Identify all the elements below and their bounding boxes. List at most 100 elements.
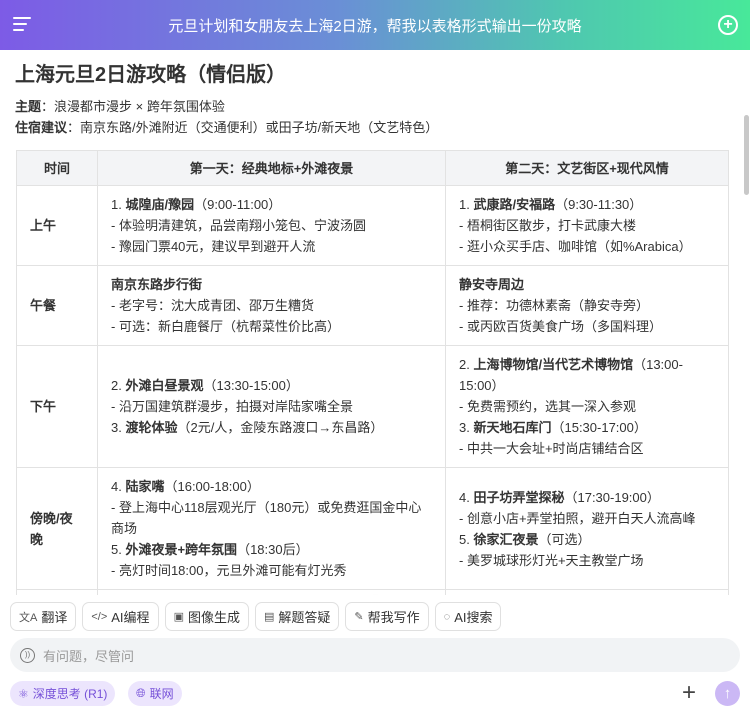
cell-text: - 逛小众买手店、咖啡馆（如%Arabica） bbox=[459, 239, 692, 254]
quick-tools: 文A 翻译 </> AI编程 ▣ 图像生成 ▤ 解题答疑 ✎ 帮我写作 ◌ AI搜索 bbox=[10, 602, 502, 631]
time-cell: 傍晚/夜晚 bbox=[16, 467, 98, 590]
tool-label: 解题答疑 bbox=[278, 610, 331, 625]
item-title: 上海博物馆/当代艺术博物馆 bbox=[473, 357, 634, 372]
table-row: 上午 1. 城隍庙/豫园（9:00-11:00） - 体验明清建筑，品尝南翔小笼包、… bbox=[16, 185, 729, 266]
tool-button[interactable]: ◌ AI搜索 bbox=[434, 602, 502, 631]
cell-heading: 静安寺周边 bbox=[459, 277, 525, 292]
web-search-label: 联网 bbox=[149, 687, 174, 701]
input-placeholder: 有问题，尽管问 bbox=[43, 648, 135, 664]
cell-heading: 南京东路步行街 bbox=[111, 277, 203, 292]
deep-think-toggle[interactable]: ⚛ 深度思考 (R1) bbox=[10, 681, 116, 706]
cell-text: - 梧桐街区散步，打卡武康大楼 bbox=[459, 218, 636, 233]
item-number: 2. bbox=[459, 357, 474, 372]
time-cell: 下午 bbox=[16, 345, 98, 468]
scrollbar[interactable] bbox=[744, 115, 749, 195]
cell-text: - 亮灯时间18:00，元旦外滩可能有灯光秀 bbox=[111, 563, 347, 578]
cell-line: - 或丙欧百货美食广场（多国料理） bbox=[459, 316, 715, 337]
cell-text: - 美罗城球形灯光+天主教堂广场 bbox=[459, 552, 644, 568]
item-time: （18:30后） bbox=[237, 542, 309, 557]
globe-icon: 🌐︎ bbox=[136, 686, 146, 700]
atom-icon: ⚛ bbox=[18, 686, 29, 701]
cell-line: - 登上海中心118层观光厅（180元）或免费逛国金中心商场 bbox=[111, 497, 432, 539]
trip-meta: 主题：浪漫都市漫步 × 跨年氛围体验 住宿建议：南京东路/外滩附近（交通便利）或… bbox=[15, 96, 438, 138]
cell-text: - 沿万国建筑群漫步，拍摄对岸陆家嘴全景 bbox=[111, 399, 353, 414]
cell-text: - 中共一大会址+时尚店铺结合区 bbox=[459, 441, 644, 456]
stay-label: 住宿建议 bbox=[15, 120, 68, 135]
top-bar: 元旦计划和女朋友去上海2日游，帮我以表格形式输出一份攻略 + bbox=[0, 0, 750, 50]
cell-line: 1. 武康路/安福路（9:30-11:30） bbox=[459, 194, 715, 215]
cell-line: 4. 陆家嘴（16:00-18:00） bbox=[111, 476, 432, 497]
tool-button[interactable]: ▣ 图像生成 bbox=[164, 602, 249, 631]
tool-label: 图像生成 bbox=[187, 610, 240, 625]
item-number: 3. bbox=[111, 420, 126, 435]
time-cell: 午餐 bbox=[16, 265, 98, 346]
cell-line: 2. 外滩白昼景观（13:30-15:00） bbox=[111, 375, 432, 396]
tool-label: AI搜索 bbox=[454, 610, 493, 625]
attach-plus-icon[interactable]: + bbox=[682, 680, 696, 706]
cell-line: 南京东路步行街 bbox=[111, 274, 432, 295]
tool-icon: 文A bbox=[19, 611, 38, 624]
table-row: 晚餐推荐：晚餐推荐： bbox=[16, 589, 729, 595]
day1-cell: 晚餐推荐： bbox=[97, 589, 446, 595]
tool-button[interactable]: </> AI编程 bbox=[82, 602, 159, 631]
web-search-toggle[interactable]: 🌐︎ 联网 bbox=[128, 681, 182, 706]
day1-cell: 4. 陆家嘴（16:00-18:00） - 登上海中心118层观光厅（180元）或… bbox=[97, 467, 446, 590]
cell-line: - 豫园门票40元，建议早到避开人流 bbox=[111, 236, 432, 257]
tool-button[interactable]: ✎ 帮我写作 bbox=[345, 602, 429, 631]
item-title: 渡轮体验 bbox=[125, 420, 178, 435]
cell-text: - 或丙欧百货美食广场（多国料理） bbox=[459, 319, 662, 334]
cell-line: 5. 外滩夜景+跨年氛围（18:30后） bbox=[111, 539, 432, 560]
cell-text: - 豫园门票40元，建议早到避开人流 bbox=[111, 239, 316, 254]
cell-line: - 体验明清建筑，品尝南翔小笼包、宁波汤圆 bbox=[111, 215, 432, 236]
cell-text: - 体验明清建筑，品尝南翔小笼包、宁波汤圆 bbox=[111, 218, 366, 233]
day1-cell: 南京东路步行街 - 老字号：沈大成青团、邵万生糟货 - 可选：新白鹿餐厅（杭帮菜性价… bbox=[97, 265, 446, 346]
cell-line: - 梧桐街区散步，打卡武康大楼 bbox=[459, 215, 715, 236]
tool-icon: ▣ bbox=[173, 611, 184, 623]
table-row: 下午 2. 外滩白昼景观（13:30-15:00） - 沿万国建筑群漫步，拍摄对岸陆… bbox=[16, 345, 729, 468]
item-number: 4. bbox=[111, 479, 126, 494]
day2-cell: 静安寺周边 - 推荐：功德林素斋（静安寺旁） - 或丙欧百货美食广场（多国料理） bbox=[445, 265, 729, 346]
cell-text: - 登上海中心118层观光厅（180元）或免费逛国金中心商场 bbox=[111, 500, 422, 536]
item-title: 新天地石库门 bbox=[473, 420, 552, 435]
item-number: 1. bbox=[111, 197, 126, 212]
stay-text: ：南京东路/外滩附近（交通便利）或田子坊/新天地（文艺特色） bbox=[67, 120, 439, 135]
item-title: 武康路/安福路 bbox=[473, 197, 556, 212]
cell-line: - 可选：新白鹿餐厅（杭帮菜性价比高） bbox=[111, 316, 432, 337]
cell-text: - 老字号：沈大成青团、邵万生糟货 bbox=[111, 298, 314, 313]
cell-text: - 免费需预约，选其一深入参观 bbox=[459, 399, 636, 414]
cell-text: - 推荐：功德林素斋（静安寺旁） bbox=[459, 298, 649, 313]
cell-text: - 创意小店+弄堂拍照，避开白天人流高峰 bbox=[459, 510, 696, 526]
table-row: 午餐 南京东路步行街 - 老字号：沈大成青团、邵万生糟货 - 可选：新白鹿餐厅（杭帮菜… bbox=[16, 265, 729, 346]
tool-button[interactable]: ▤ 解题答疑 bbox=[254, 602, 340, 631]
voice-icon[interactable]: )) bbox=[20, 647, 35, 663]
day2-cell: 2. 上海博物馆/当代艺术博物馆（13:00-15:00） - 免费需预约，选其一… bbox=[445, 345, 729, 468]
item-title: 田子坊弄堂探秘 bbox=[473, 489, 565, 505]
table-row: 傍晚/夜晚 4. 陆家嘴（16:00-18:00） - 登上海中心118层观光厅（1… bbox=[16, 467, 729, 590]
item-number: 2. bbox=[111, 378, 126, 393]
cell-line: - 亮灯时间18:00，元旦外滩可能有灯光秀 bbox=[111, 560, 432, 581]
tool-button[interactable]: 文A 翻译 bbox=[10, 602, 77, 631]
cell-line: 5. 徐家汇夜景（可选） bbox=[459, 529, 715, 550]
day2-cell: 4. 田子坊弄堂探秘（17:30-19:00） - 创意小店+弄堂拍照，避开白天人… bbox=[445, 467, 729, 590]
send-button[interactable]: ↑ bbox=[715, 681, 740, 706]
cell-line: - 免费需预约，选其一深入参观 bbox=[459, 396, 715, 417]
page-title: 上海元旦2日游攻略（情侣版） bbox=[15, 64, 287, 86]
cell-line: 4. 田子坊弄堂探秘（17:30-19:00） bbox=[459, 487, 715, 508]
day2-cell: 晚餐推荐： bbox=[445, 589, 729, 595]
itinerary-table: 时间 第一天：经典地标+外滩夜景 第二天：文艺街区+现代风情 上午 1. 城隍庙/… bbox=[16, 150, 729, 595]
new-chat-icon[interactable]: + bbox=[718, 15, 738, 35]
tool-icon: ▤ bbox=[263, 611, 275, 623]
chat-input[interactable]: )) 有问题，尽管问 bbox=[10, 638, 740, 672]
cell-line: - 美罗城球形灯光+天主教堂广场 bbox=[459, 550, 715, 571]
cell-line: - 沿万国建筑群漫步，拍摄对岸陆家嘴全景 bbox=[111, 396, 432, 417]
header-day1: 第一天：经典地标+外滩夜景 bbox=[97, 150, 446, 186]
cell-line: - 创意小店+弄堂拍照，避开白天人流高峰 bbox=[459, 508, 715, 529]
menu-icon[interactable] bbox=[13, 17, 31, 33]
chat-content[interactable]: 上海元旦2日游攻略（情侣版） 主题：浪漫都市漫步 × 跨年氛围体验 住宿建议：南… bbox=[0, 50, 740, 595]
item-time: （2元/人，金陵东路渡口→东昌路） bbox=[177, 420, 384, 435]
item-time: （9:00-11:00） bbox=[194, 197, 282, 212]
cell-line: 2. 上海博物馆/当代艺术博物馆（13:00-15:00） bbox=[459, 354, 715, 396]
cell-line: - 中共一大会址+时尚店铺结合区 bbox=[459, 438, 715, 459]
item-time: （可选） bbox=[538, 531, 591, 547]
day1-cell: 2. 外滩白昼景观（13:30-15:00） - 沿万国建筑群漫步，拍摄对岸陆家嘴… bbox=[97, 345, 446, 468]
